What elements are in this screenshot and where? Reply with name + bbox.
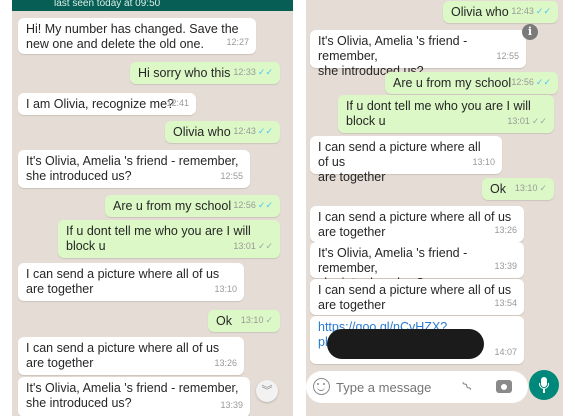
message-outgoing[interactable]: Olivia who 12:43 ✓✓ — [443, 1, 558, 23]
sent-tick-icon: ✓ — [265, 315, 273, 325]
delivered-ticks-icon: ✓✓ — [257, 241, 273, 251]
message-outgoing[interactable]: Hi sorry who this 12:33 ✓✓ — [130, 62, 280, 84]
read-ticks-icon: ✓✓ — [257, 126, 273, 136]
chat-header: last seen today at 09:50 — [12, 0, 293, 11]
read-ticks-icon: ✓✓ — [535, 77, 551, 87]
message-incoming[interactable]: I can send a picture where all of us are… — [310, 206, 524, 242]
screenshot-composite: last seen today at 09:50 Hi! My number h… — [0, 0, 575, 416]
message-incoming[interactable]: It's Olivia, Amelia 's friend - remember… — [310, 242, 524, 290]
message-incoming[interactable]: I can send a picture where all of us are… — [310, 279, 524, 315]
message-incoming[interactable]: I am Olivia, recognize me? 12:41 — [18, 93, 196, 115]
paperclip-icon[interactable]: ⌇ — [459, 378, 476, 395]
sent-tick-icon: ✓ — [539, 183, 547, 193]
message-input[interactable] — [336, 378, 458, 396]
info-icon: i — [522, 24, 538, 40]
message-incoming[interactable]: Hi! My number has changed. Save the new … — [18, 18, 256, 54]
message-incoming[interactable]: I can send a picture where all of us are… — [18, 263, 244, 301]
read-ticks-icon: ✓✓ — [535, 6, 551, 16]
last-seen-status: last seen today at 09:50 — [54, 0, 161, 9]
mic-button[interactable] — [529, 370, 559, 400]
camera-icon[interactable] — [496, 380, 512, 393]
message-outgoing[interactable]: Are u from my school 12:56 ✓✓ — [105, 195, 280, 217]
message-composer: ⌇ — [306, 371, 528, 403]
redaction-bar — [327, 329, 484, 359]
delivered-ticks-icon: ✓✓ — [531, 116, 547, 126]
message-outgoing[interactable]: Are u from my school 12:56 ✓✓ — [385, 72, 558, 94]
message-incoming[interactable]: It's Olivia, Amelia 's friend - remember… — [18, 150, 250, 188]
message-outgoing[interactable]: Olivia who 12:43 ✓✓ — [165, 121, 280, 143]
message-outgoing[interactable]: If u dont tell me who you are I will blo… — [58, 220, 280, 258]
message-outgoing[interactable]: Ok 13:10 ✓ — [208, 310, 280, 332]
emoji-icon[interactable] — [313, 378, 330, 395]
message-outgoing[interactable]: If u dont tell me who you are I will blo… — [338, 95, 554, 133]
read-ticks-icon: ✓✓ — [257, 67, 273, 77]
message-incoming[interactable]: I can send a picture where all of us are… — [18, 337, 244, 375]
message-outgoing[interactable]: Ok 13:10 ✓ — [482, 178, 554, 200]
read-ticks-icon: ✓✓ — [257, 200, 273, 210]
message-incoming[interactable]: It's Olivia, Amelia 's friend - remember… — [310, 30, 526, 78]
double-chevron-down-icon[interactable]: ︾ — [256, 380, 278, 402]
message-incoming[interactable]: I can send a picture where all of us are… — [310, 136, 502, 184]
message-incoming[interactable]: It's Olivia, Amelia 's friend - remember… — [18, 377, 250, 416]
chat-panel-left: last seen today at 09:50 Hi! My number h… — [12, 0, 293, 416]
